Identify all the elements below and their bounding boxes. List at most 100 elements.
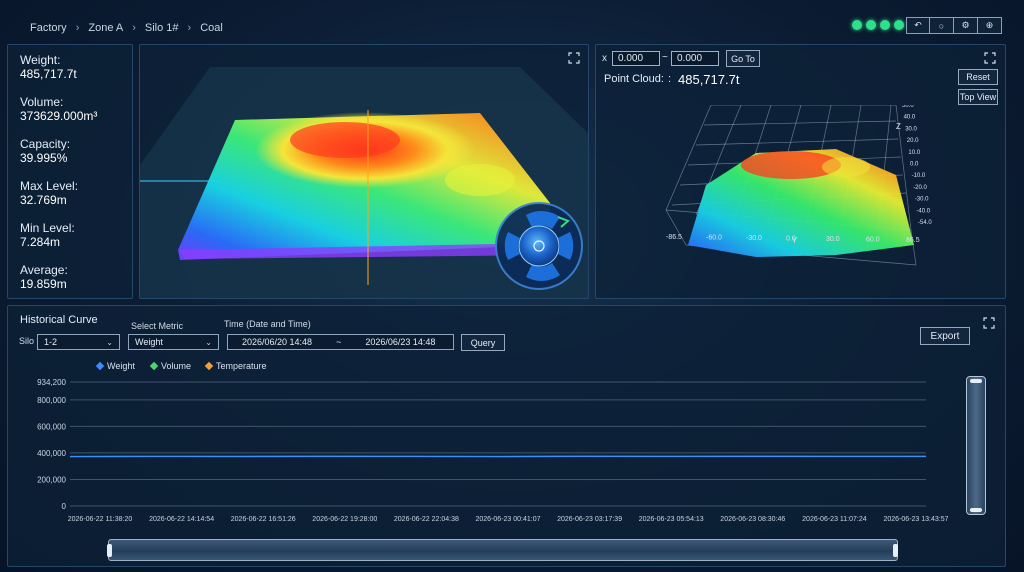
query-button[interactable]: Query: [461, 334, 505, 351]
slider-handle-top[interactable]: [970, 379, 982, 383]
x-axis-tick: 2026-06-23 11:07:24: [802, 516, 867, 523]
silo-select[interactable]: 1-2 ⌄: [37, 334, 120, 350]
time-end: 2026/06/23 14:48: [365, 337, 436, 347]
x-axis-tick: 0.0: [786, 236, 796, 243]
x-axis-tick: 2026-06-22 11:38:20: [68, 516, 133, 523]
legend-label: Weight: [107, 361, 135, 371]
breadcrumb-item-factory[interactable]: Factory: [30, 22, 67, 34]
breadcrumb-separator: ›: [187, 22, 192, 34]
x-axis-tick: 86.5: [906, 237, 920, 244]
status-indicators: [852, 20, 904, 30]
stat-min-level: Min Level: 7.284m: [20, 221, 120, 250]
navigation-control[interactable]: [495, 202, 583, 290]
vertical-zoom-slider[interactable]: [966, 376, 986, 515]
breadcrumb-item-material: Coal: [200, 22, 223, 34]
x-axis-tick: 2026-06-23 00:41:07: [476, 516, 541, 523]
historical-line-chart[interactable]: 934,200800,000600,000400,000200,00002026…: [8, 374, 948, 524]
silo-select-value: 1-2: [44, 337, 58, 347]
export-button[interactable]: Export: [920, 327, 970, 345]
stat-value: 373629.000m³: [20, 109, 98, 123]
point-cloud-label: Point Cloud:: [604, 73, 664, 85]
z-axis-tick: 10.0: [908, 150, 920, 156]
breadcrumb: Factory › Zone A › Silo 1# › Coal: [30, 20, 223, 36]
y-coordinate-input[interactable]: [671, 51, 719, 66]
x-axis-tick: 2026-06-23 08:30:46: [720, 516, 785, 523]
metric-select-value: Weight: [135, 337, 163, 347]
back-arrow-icon[interactable]: ↶: [906, 17, 930, 34]
stat-label: Average:: [20, 263, 68, 277]
stat-average: Average: 19.859m: [20, 263, 120, 292]
z-axis-label: Z: [896, 122, 901, 131]
settings-icon[interactable]: ⚙: [954, 17, 978, 34]
x-axis-tick: -86.5: [666, 234, 682, 241]
z-axis-tick: -30.0: [915, 197, 929, 203]
slider-handle-bottom[interactable]: [970, 508, 982, 512]
legend-marker: [149, 361, 159, 371]
legend-weight[interactable]: Weight: [95, 361, 135, 371]
y-axis-tick: 0: [62, 502, 67, 511]
legend-label: Volume: [161, 361, 192, 371]
x-axis-tick: 2026-06-22 14:14:54: [149, 516, 214, 523]
stat-label: Volume:: [20, 95, 64, 109]
breadcrumb-item-silo[interactable]: Silo 1#: [145, 22, 179, 34]
legend-label: Temperature: [216, 361, 267, 371]
y-axis-tick: 800,000: [37, 396, 66, 405]
surface-map[interactable]: [140, 45, 589, 299]
z-axis-tick: 20.0: [907, 138, 919, 144]
x-axis-tick: 2026-06-23 05:54:13: [639, 516, 704, 523]
silo-label: Silo: [19, 336, 35, 346]
range-handle-left[interactable]: [107, 544, 112, 557]
top-view-button[interactable]: Top View: [958, 89, 998, 105]
z-axis-tick: 50.0: [902, 105, 914, 109]
chevron-down-icon: ⌄: [205, 337, 212, 347]
y-axis-tick: 400,000: [37, 449, 66, 458]
x-axis-tick: 2026-06-23 03:17:39: [557, 516, 622, 523]
z-axis-tick: -20.0: [913, 185, 927, 191]
z-axis-tick: 40.0: [904, 115, 916, 121]
expand-icon[interactable]: [983, 317, 995, 329]
breadcrumb-item-zone[interactable]: Zone A: [88, 22, 123, 34]
go-to-button[interactable]: Go To: [726, 50, 760, 67]
stat-label: Min Level:: [20, 221, 75, 235]
legend-volume[interactable]: Volume: [149, 361, 192, 371]
z-axis-tick: -54.0: [918, 220, 932, 226]
x-axis-tick: 2026-06-22 22:04:38: [394, 516, 459, 523]
legend-marker: [95, 361, 105, 371]
coordinate-range-separator: ~: [662, 52, 668, 63]
stat-value: 39.995%: [20, 151, 68, 165]
time-label: Time (Date and Time): [224, 319, 311, 329]
stat-capacity: Capacity: 39.995%: [20, 137, 120, 166]
status-dot: [880, 20, 890, 30]
toolbar: ↶ ○ ⚙ ⊕: [906, 17, 1002, 34]
globe-icon[interactable]: ⊕: [978, 17, 1002, 34]
stat-weight: Weight: 485,717.7t: [20, 53, 120, 82]
expand-icon[interactable]: [568, 52, 580, 64]
x-coordinate-input[interactable]: [612, 51, 660, 66]
point-cloud-panel: x ~ Go To Point Cloud: : 485,717.7t Rese…: [595, 44, 1006, 299]
metric-select[interactable]: Weight ⌄: [128, 334, 219, 350]
point-cloud-3d-plot[interactable]: Y Z -86.5 -60.0 -30.0 0.0 30.0 60.0 86.5 50.04…: [596, 105, 1006, 299]
stat-value: 7.284m: [20, 235, 61, 249]
refresh-icon[interactable]: ○: [930, 17, 954, 34]
breadcrumb-separator: ›: [75, 22, 80, 34]
legend-temperature[interactable]: Temperature: [204, 361, 267, 371]
time-range-input[interactable]: 2026/06/20 14:48 ~ 2026/06/23 14:48: [227, 334, 454, 350]
metric-label: Select Metric: [131, 321, 184, 331]
status-dot: [894, 20, 904, 30]
legend-marker: [204, 361, 214, 371]
x-axis-tick: 2026-06-22 16:51:26: [231, 516, 296, 523]
range-handle-right[interactable]: [893, 544, 898, 557]
horizontal-range-slider[interactable]: [107, 539, 898, 561]
stat-value: 485,717.7t: [20, 67, 77, 81]
breadcrumb-separator: ›: [132, 22, 136, 34]
y-axis-tick: 934,200: [37, 378, 66, 387]
surface-map-panel: [139, 44, 589, 299]
x-axis-tick: 2026-06-23 13:43:57: [884, 516, 949, 523]
status-dot: [852, 20, 862, 30]
expand-icon[interactable]: [984, 52, 996, 64]
x-axis-tick: 60.0: [866, 237, 880, 244]
z-axis-tick: 0.0: [910, 162, 919, 168]
stat-volume: Volume: 373629.000m³: [20, 95, 120, 124]
stats-panel: Weight: 485,717.7t Volume: 373629.000m³ …: [7, 44, 133, 299]
reset-button[interactable]: Reset: [958, 69, 998, 85]
